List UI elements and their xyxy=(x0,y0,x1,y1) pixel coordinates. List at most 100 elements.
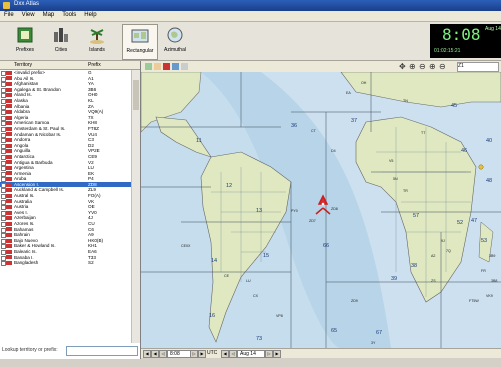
world-map[interactable]: 36 37 45 46 47 48 11 12 13 14 15 16 65 6… xyxy=(141,72,501,348)
date-next-button[interactable]: ▷ xyxy=(265,350,273,358)
flag-icon xyxy=(6,210,12,215)
flag-icon xyxy=(6,165,12,170)
date-back-button[interactable]: ◀ xyxy=(221,350,229,358)
scroll-thumb[interactable] xyxy=(133,80,139,110)
flag-icon xyxy=(6,115,12,120)
azimuthal-map-button[interactable]: Azimuthal xyxy=(158,24,192,58)
zone-label: 37 xyxy=(351,118,357,124)
flag-icon xyxy=(6,171,12,176)
layer-toggle-icon[interactable] xyxy=(145,63,152,70)
flag-icon xyxy=(6,81,12,86)
zone-label: 12 xyxy=(226,183,232,189)
territory-row[interactable]: Bangladesh S2 xyxy=(0,260,131,267)
next-button[interactable]: ▷ xyxy=(190,350,198,358)
layer-toggle-icon[interactable] xyxy=(163,63,170,70)
window-title: Dxx Atlas xyxy=(14,1,40,7)
zone-label: 38 xyxy=(411,263,417,269)
zone-label: 39 xyxy=(391,276,397,282)
islands-button[interactable]: Islands xyxy=(80,24,114,58)
step-back-button[interactable]: ◀ xyxy=(151,350,159,358)
rewind-button[interactable]: ◀ xyxy=(143,350,151,358)
prefix-label: PY0 xyxy=(291,209,298,213)
flag-icon xyxy=(6,260,12,265)
prefixes-button[interactable]: Prefixes xyxy=(8,24,42,58)
flag-icon xyxy=(6,221,12,226)
prev-button[interactable]: ◁ xyxy=(159,350,167,358)
zoom-fit-icon[interactable]: ⊕ xyxy=(429,62,436,71)
flag-icon xyxy=(6,143,12,148)
sun-icon xyxy=(478,164,484,170)
flag-icon xyxy=(6,137,12,142)
rectangular-label: Rectangular xyxy=(126,48,154,54)
flag-icon xyxy=(6,188,12,193)
flag-icon xyxy=(6,182,12,187)
flag-icon xyxy=(6,93,12,98)
layer-toggle-icon[interactable] xyxy=(181,63,188,70)
zone-label: 66 xyxy=(323,243,329,249)
zone-label: 52 xyxy=(457,220,463,226)
time-field[interactable]: 8:08 xyxy=(167,350,191,358)
play-button[interactable]: ▶ xyxy=(198,350,206,358)
date-field[interactable]: Aug 14 xyxy=(237,350,265,358)
zone-label: 67 xyxy=(376,330,382,336)
flag-icon xyxy=(6,126,12,131)
zoom-in-icon[interactable]: ⊕ xyxy=(409,62,416,71)
prefix-label: LU xyxy=(246,279,251,283)
menu-help[interactable]: Help xyxy=(80,11,100,18)
zone-label: 65 xyxy=(331,328,337,334)
prefix-label: 3B9 xyxy=(489,254,495,258)
prefix-label: FR xyxy=(481,269,486,273)
prefix-label: V5 xyxy=(389,159,393,163)
zone-label: 15 xyxy=(263,253,269,259)
clock-display: 8:08 Aug 14 01:02:15:21 xyxy=(430,24,501,58)
pan-icon[interactable]: ✥ xyxy=(399,62,406,71)
territory-panel: Territory Prefix <invalid prefix> G Abu Ai… xyxy=(0,61,141,367)
map-search-input[interactable]: Z1 xyxy=(457,62,499,72)
prefix-label: 7Q xyxy=(446,249,451,253)
menu-tools[interactable]: Tools xyxy=(58,11,80,18)
rectangular-map-button[interactable]: Rectangular xyxy=(122,24,158,60)
territory-list: <invalid prefix> G Abu Ail Is. A1 Afghanista… xyxy=(0,70,131,343)
date-forward-button[interactable]: ▶ xyxy=(273,350,281,358)
menu-bar: File View Map Tools Help xyxy=(0,11,501,22)
prefix-label: CE0X xyxy=(181,244,191,248)
layer-toggle-icon[interactable] xyxy=(172,63,179,70)
prefix-label: CX xyxy=(253,294,259,298)
menu-file[interactable]: File xyxy=(0,11,18,18)
prefix-label: A2 xyxy=(431,254,435,258)
prefix-label: ZD8 xyxy=(331,207,338,211)
cities-icon xyxy=(54,28,68,42)
app-icon xyxy=(3,2,10,9)
prefix-label: D4 xyxy=(331,149,336,153)
menu-view[interactable]: View xyxy=(18,11,39,18)
flag-icon xyxy=(6,154,12,159)
zoom-reset-icon[interactable]: ⊖ xyxy=(439,62,446,71)
zone-label: 14 xyxy=(211,258,217,264)
prefix-column-header[interactable]: Prefix xyxy=(88,62,101,68)
flag-icon xyxy=(6,216,12,221)
azimuthal-map-icon xyxy=(167,27,183,43)
layer-toggle-icon[interactable] xyxy=(154,63,161,70)
main-toolbar: Prefixes Cities Islands Rectangular Azim… xyxy=(0,22,501,61)
cities-button[interactable]: Cities xyxy=(44,24,78,58)
flag-icon xyxy=(6,87,12,92)
zone-label: 46 xyxy=(461,148,467,154)
menu-map[interactable]: Map xyxy=(39,11,59,18)
flag-icon xyxy=(6,104,12,109)
lookup-input[interactable] xyxy=(66,346,138,356)
islands-icon xyxy=(90,29,104,44)
zoom-out-icon[interactable]: ⊖ xyxy=(419,62,426,71)
prefix-label: 3Y xyxy=(371,341,376,345)
flag-icon xyxy=(6,244,12,249)
zone-label: 73 xyxy=(256,336,262,342)
prefix-label: TR xyxy=(403,189,408,193)
zone-label: 36 xyxy=(291,123,297,129)
territory-column-header[interactable]: Territory xyxy=(14,62,32,68)
territory-prefix: S2 xyxy=(88,260,94,266)
prefix-label: OH xyxy=(361,81,367,85)
lookup-label: Lookup territory or prefix: xyxy=(2,347,58,353)
territory-scrollbar[interactable] xyxy=(131,70,140,343)
prefixes-icon xyxy=(17,27,33,43)
date-prev-button[interactable]: ◁ xyxy=(229,350,237,358)
flag-icon xyxy=(6,199,12,204)
